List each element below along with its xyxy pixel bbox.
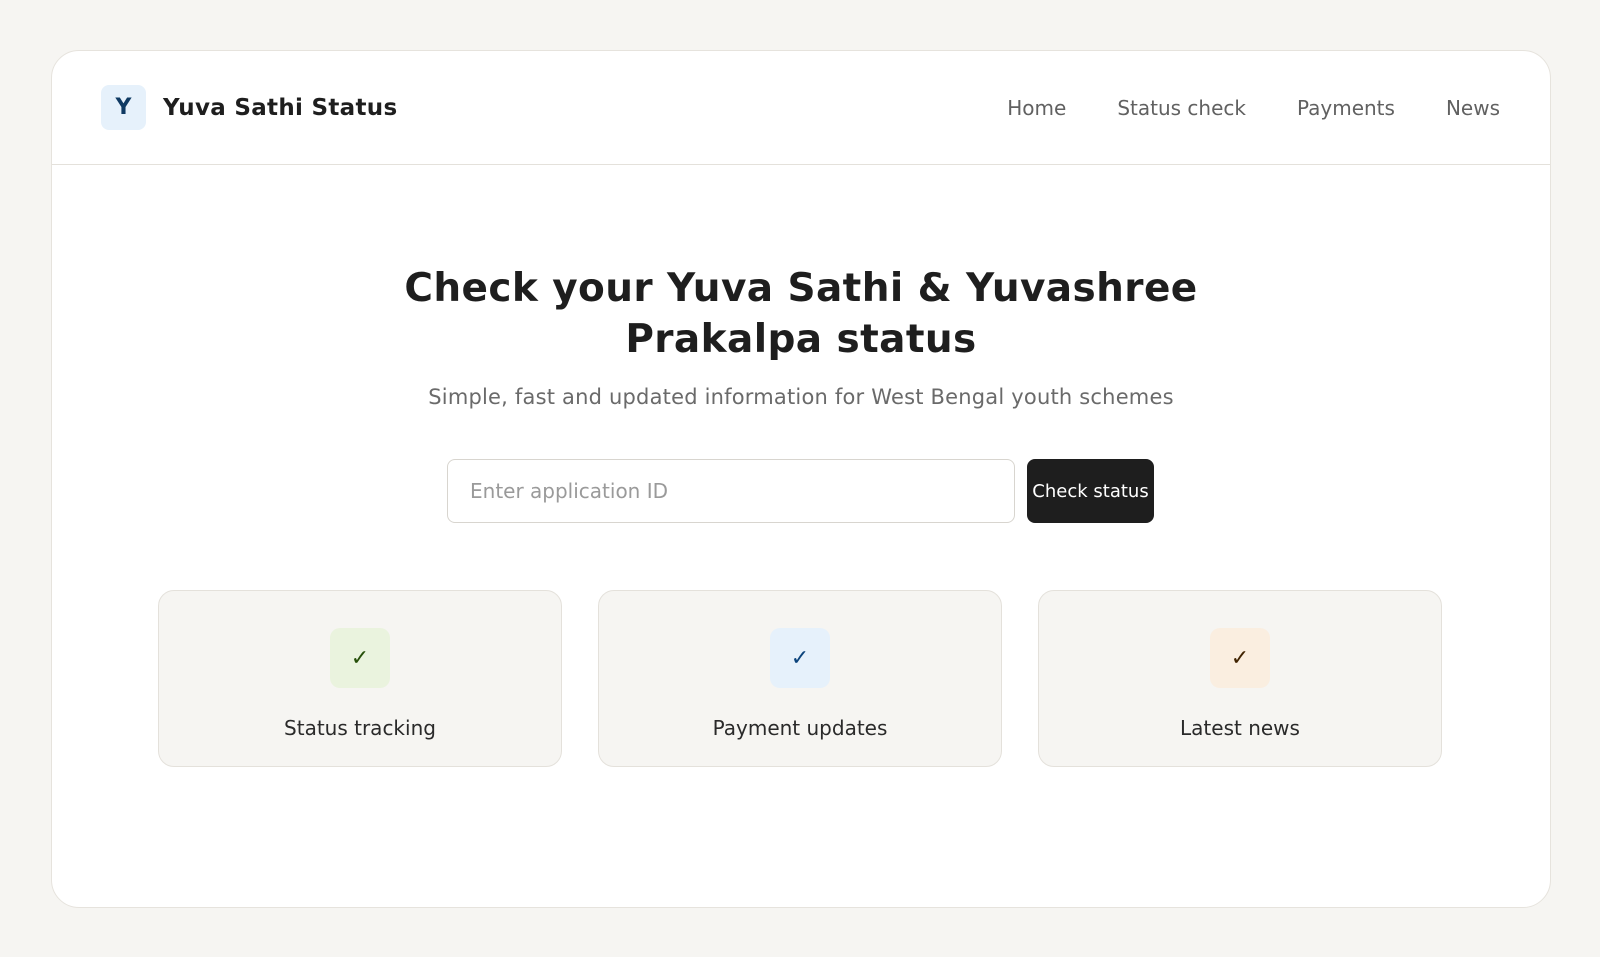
- application-id-input[interactable]: [447, 459, 1015, 523]
- check-icon: ✓: [1210, 628, 1270, 688]
- main-nav: Home Status check Payments News: [956, 96, 1500, 120]
- check-icon: ✓: [330, 628, 390, 688]
- feature-cards: ✓ Status tracking ✓ Payment updates ✓ La…: [52, 590, 1550, 767]
- brand[interactable]: Y Yuva Sathi Status: [101, 85, 397, 130]
- check-status-button[interactable]: Check status: [1027, 459, 1154, 523]
- feature-label: Status tracking: [284, 716, 436, 740]
- nav-payments[interactable]: Payments: [1297, 96, 1395, 120]
- hero-section: Check your Yuva Sathi & Yuvashree Prakal…: [52, 165, 1550, 767]
- check-icon: ✓: [770, 628, 830, 688]
- feature-card-payment-updates: ✓ Payment updates: [598, 590, 1002, 767]
- status-search-form: Check status: [52, 459, 1550, 523]
- nav-home[interactable]: Home: [1007, 96, 1066, 120]
- page-title: Check your Yuva Sathi & Yuvashree Prakal…: [404, 266, 1198, 362]
- feature-label: Latest news: [1180, 716, 1300, 740]
- feature-card-latest-news: ✓ Latest news: [1038, 590, 1442, 767]
- nav-status-check[interactable]: Status check: [1117, 96, 1246, 120]
- logo-icon: Y: [101, 85, 146, 130]
- feature-card-status-tracking: ✓ Status tracking: [158, 590, 562, 767]
- brand-name: Yuva Sathi Status: [163, 94, 398, 121]
- feature-label: Payment updates: [712, 716, 888, 740]
- nav-news[interactable]: News: [1446, 96, 1500, 120]
- app-window: Y Yuva Sathi Status Home Status check Pa…: [51, 50, 1551, 908]
- site-header: Y Yuva Sathi Status Home Status check Pa…: [52, 51, 1550, 165]
- page-subtitle: Simple, fast and updated information for…: [428, 385, 1174, 409]
